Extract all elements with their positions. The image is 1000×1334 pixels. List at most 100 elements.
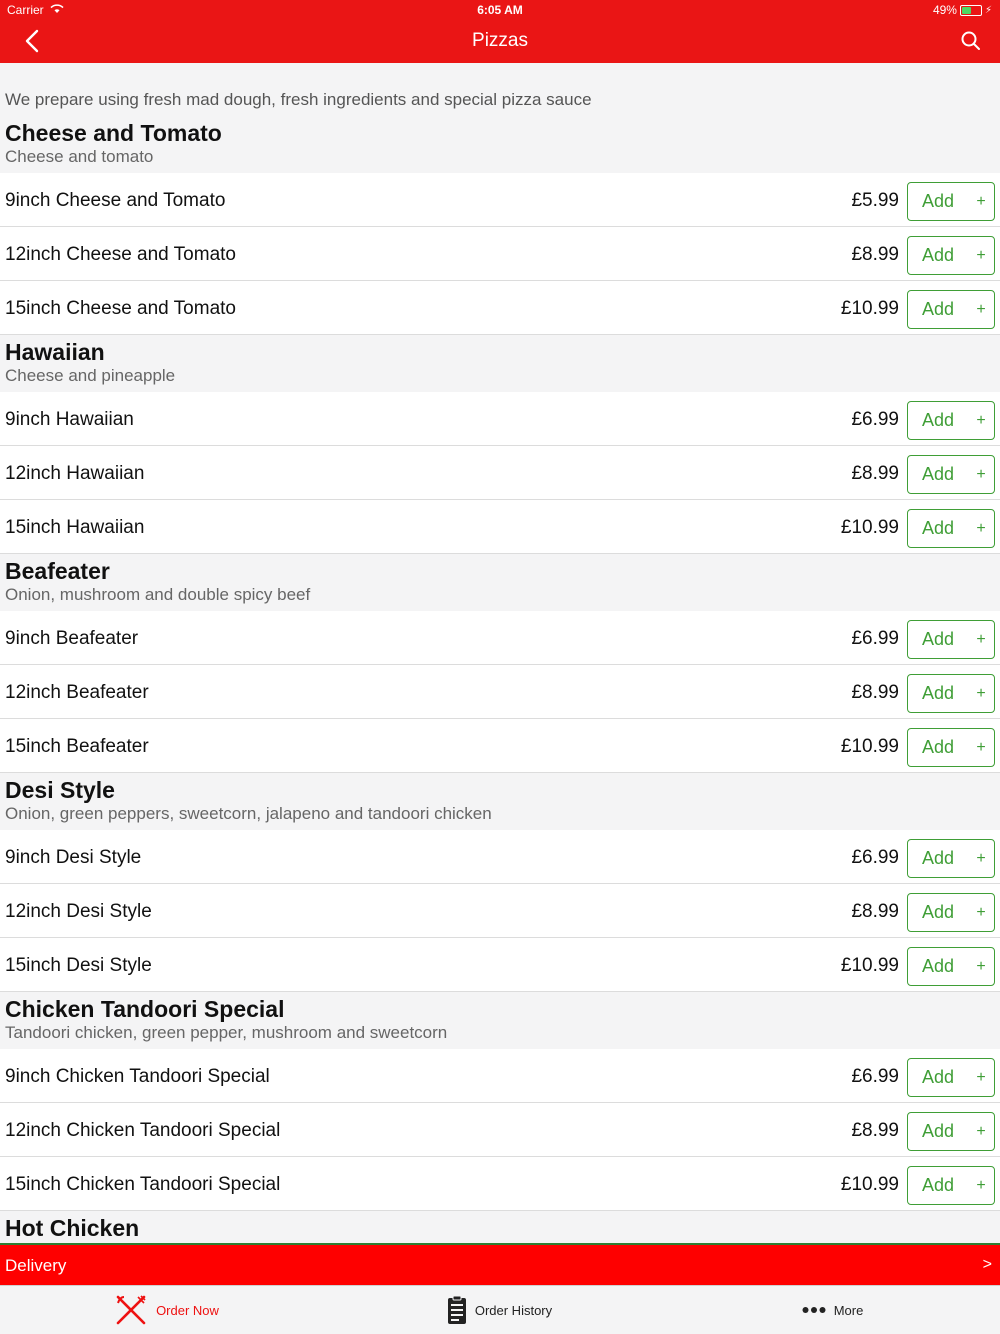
menu-item-row: 12inch Chicken Tandoori Special £8.99 Add + <box>0 1103 1000 1157</box>
tab-order-now[interactable]: Order Now <box>0 1286 333 1334</box>
menu-item-row: 12inch Desi Style £8.99 Add + <box>0 884 1000 938</box>
item-price: £6.99 <box>851 409 899 430</box>
category-header: Hawaiian Cheese and pineapple <box>0 335 1000 392</box>
plus-icon: + <box>976 465 986 483</box>
battery-icon <box>959 4 982 16</box>
item-name: 15inch Beafeater <box>5 736 149 757</box>
add-button[interactable]: Add + <box>907 728 995 767</box>
add-label: Add <box>921 737 955 757</box>
item-name: 12inch Cheese and Tomato <box>5 244 236 265</box>
add-button[interactable]: Add + <box>907 839 995 878</box>
category-title: Beafeater <box>5 558 110 584</box>
item-price: £8.99 <box>851 463 899 484</box>
menu-item-row: 9inch Beafeater £6.99 Add + <box>0 611 1000 665</box>
plus-icon: + <box>976 957 986 975</box>
plus-icon: + <box>976 300 986 318</box>
battery-indicator: 49% ⚡ <box>933 3 992 17</box>
add-button[interactable]: Add + <box>907 947 995 986</box>
category-header: Cheese and Tomato Cheese and tomato <box>0 116 1000 173</box>
tab-label: Order Now <box>156 1302 219 1318</box>
item-price: £8.99 <box>851 1120 899 1141</box>
category-title: Chicken Tandoori Special <box>5 996 285 1022</box>
add-button[interactable]: Add + <box>907 1058 995 1097</box>
add-button[interactable]: Add + <box>907 893 995 932</box>
plus-icon: + <box>976 738 986 756</box>
plus-icon: + <box>976 1122 986 1140</box>
category-title: Cheese and Tomato <box>5 120 222 146</box>
add-button[interactable]: Add + <box>907 455 995 494</box>
item-price: £8.99 <box>851 244 899 265</box>
add-button[interactable]: Add + <box>907 674 995 713</box>
menu-item-row: 15inch Hawaiian £10.99 Add + <box>0 500 1000 554</box>
add-button[interactable]: Add + <box>907 620 995 659</box>
plus-icon: + <box>976 411 986 429</box>
category-header: Chicken Tandoori Special Tandoori chicken… <box>0 992 1000 1049</box>
add-button[interactable]: Add + <box>907 182 995 221</box>
category-title: Desi Style <box>5 777 115 803</box>
item-price: £10.99 <box>840 298 899 319</box>
item-name: 9inch Hawaiian <box>5 409 134 430</box>
add-label: Add <box>921 1067 955 1087</box>
category-title: Hawaiian <box>5 339 105 365</box>
menu-item-row: 9inch Desi Style £6.99 Add + <box>0 830 1000 884</box>
add-label: Add <box>921 902 955 922</box>
item-price: £5.99 <box>851 190 899 211</box>
item-price: £6.99 <box>851 1066 899 1087</box>
item-name: 15inch Cheese and Tomato <box>5 298 236 319</box>
navigation-bar: Carrier 6:05 AM 49% ⚡ Pizzas <box>0 0 1000 63</box>
add-button[interactable]: Add + <box>907 509 995 548</box>
category-description: Onion, mushroom and double spicy beef <box>5 585 311 604</box>
item-name: 15inch Chicken Tandoori Special <box>5 1174 281 1195</box>
category-description: Cheese and tomato <box>5 147 154 166</box>
menu-item-row: 12inch Hawaiian £8.99 Add + <box>0 446 1000 500</box>
item-name: 15inch Desi Style <box>5 955 152 976</box>
add-button[interactable]: Add + <box>907 1166 995 1205</box>
plus-icon: + <box>976 1068 986 1086</box>
item-name: 12inch Hawaiian <box>5 463 145 484</box>
item-price: £8.99 <box>851 682 899 703</box>
chevron-right-icon: > <box>982 1256 992 1273</box>
clipboard-icon <box>447 1295 466 1324</box>
add-button[interactable]: Add + <box>907 236 995 275</box>
add-label: Add <box>921 683 955 703</box>
tab-more[interactable]: More <box>666 1286 999 1334</box>
menu-item-row: 15inch Cheese and Tomato £10.99 Add + <box>0 281 1000 335</box>
plus-icon: + <box>976 192 986 210</box>
add-button[interactable]: Add + <box>907 1112 995 1151</box>
item-price: £10.99 <box>840 1174 899 1195</box>
plus-icon: + <box>976 903 986 921</box>
delivery-bar[interactable]: Delivery > <box>0 1243 1000 1285</box>
item-name: 9inch Cheese and Tomato <box>5 190 226 211</box>
add-label: Add <box>921 245 955 265</box>
add-button[interactable]: Add + <box>907 401 995 440</box>
add-label: Add <box>921 1175 955 1195</box>
charging-icon: ⚡ <box>984 4 992 16</box>
menu-item-row: 15inch Beafeater £10.99 Add + <box>0 719 1000 773</box>
category-header: Hot Chicken <box>0 1211 1000 1243</box>
menu-list[interactable]: We prepare using fresh mad dough, fresh … <box>0 63 1000 1243</box>
category-description: Tandoori chicken, green pepper, mushroom… <box>5 1023 448 1042</box>
plus-icon: + <box>976 1176 986 1194</box>
clock: 6:05 AM <box>477 3 523 17</box>
add-label: Add <box>921 1121 955 1141</box>
add-label: Add <box>921 629 955 649</box>
tab-order-history[interactable]: Order History <box>333 1286 666 1334</box>
page-title: Pizzas <box>472 30 528 51</box>
fork-knife-icon <box>116 1295 146 1325</box>
add-label: Add <box>921 848 955 868</box>
add-label: Add <box>921 299 955 319</box>
battery-percent: 49% <box>932 3 957 17</box>
add-label: Add <box>921 464 955 484</box>
item-name: 9inch Beafeater <box>5 628 139 649</box>
category-header: Desi Style Onion, green peppers, sweetcor… <box>0 773 1000 830</box>
search-button[interactable] <box>958 28 984 54</box>
item-price: £6.99 <box>851 628 899 649</box>
add-button[interactable]: Add + <box>907 290 995 329</box>
item-price: £10.99 <box>840 955 899 976</box>
app-screen: Carrier 6:05 AM 49% ⚡ Pizzas We prepare … <box>0 0 1000 1334</box>
category-title: Hot Chicken <box>5 1215 140 1241</box>
plus-icon: + <box>976 246 986 264</box>
plus-icon: + <box>976 519 986 537</box>
item-name: 12inch Chicken Tandoori Special <box>5 1120 281 1141</box>
menu-item-row: 9inch Chicken Tandoori Special £6.99 Add + <box>0 1049 1000 1103</box>
